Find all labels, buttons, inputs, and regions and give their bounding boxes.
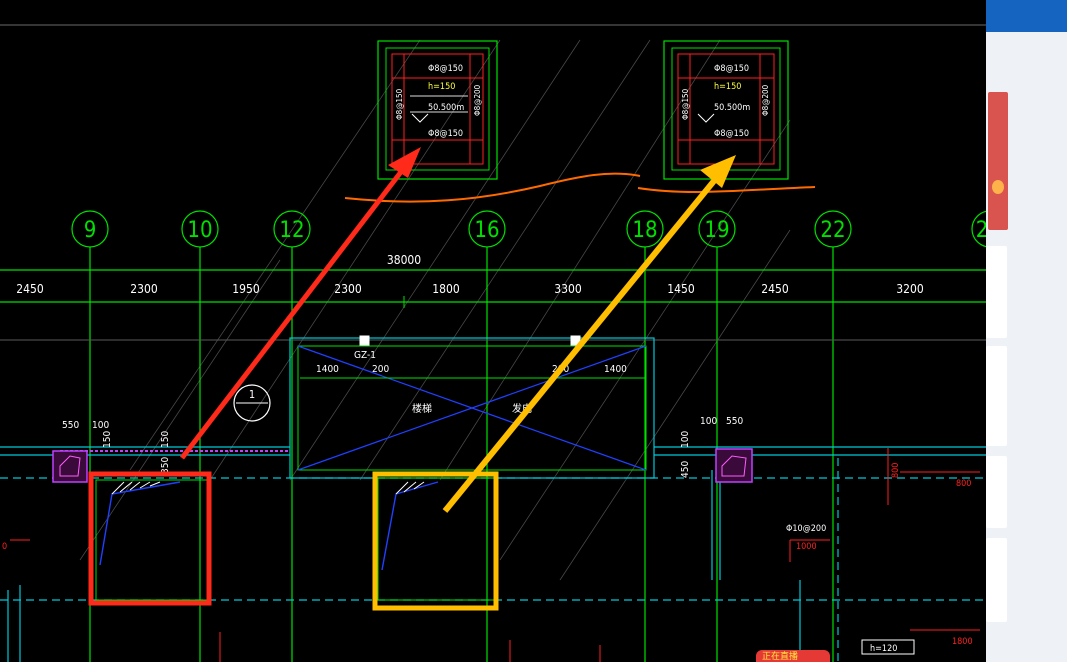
svg-text:h=120: h=120 (870, 644, 897, 654)
pit1-height: h=150 (428, 82, 455, 92)
svg-text:1000: 1000 (796, 542, 817, 552)
side-card[interactable] (986, 538, 1007, 622)
span-dimension: 2450 (761, 282, 789, 296)
plate-tag: h=120 (861, 639, 915, 655)
side-card[interactable] (986, 346, 1007, 446)
pit2-level: 50.500m (714, 103, 750, 113)
svg-text:150: 150 (102, 431, 113, 448)
axis-label: 10 (187, 218, 212, 243)
stair-core (289, 335, 655, 479)
axis-label: 9 (84, 218, 97, 243)
flame-icon (992, 180, 1004, 194)
columns (52, 448, 753, 483)
dim-label: 1400 (604, 364, 627, 375)
side-card[interactable] (986, 246, 1007, 338)
svg-text:100: 100 (92, 420, 109, 431)
svg-text:800: 800 (956, 479, 971, 489)
pit1-right-rebar: Φ8@200 (473, 84, 482, 116)
svg-text:100: 100 (680, 431, 691, 448)
axis-label: 18 (632, 218, 657, 243)
svg-text:350: 350 (160, 457, 171, 474)
background-hatch (79, 39, 791, 581)
pit1-bottom-rebar: Φ8@150 (428, 129, 463, 139)
total-dimension: 38000 (387, 253, 421, 267)
pit2-left-rebar: Φ8@150 (681, 88, 690, 120)
promo-thumbnail[interactable] (988, 92, 1008, 230)
span-dimension: 3200 (896, 282, 924, 296)
span-dimension: 2450 (16, 282, 44, 296)
svg-text:800: 800 (891, 463, 901, 478)
span-dimension: 3300 (554, 282, 582, 296)
svg-text:150: 150 (160, 431, 171, 448)
side-panel (986, 0, 1067, 662)
svg-text:1: 1 (249, 388, 255, 401)
cad-drawing-canvas[interactable]: Φ8@150 h=150 50.500m Φ8@150 Φ8@150 Φ8@20… (0, 0, 986, 662)
span-dimension: 1950 (232, 282, 260, 296)
core-labels: GZ-1 1400 200 200 1400 楼梯 发电 (316, 350, 627, 415)
bottom-marks (219, 632, 601, 662)
red-highlight-box (88, 471, 212, 606)
yellow-highlight-box (372, 471, 499, 611)
pit2-top-rebar: Φ8@150 (714, 64, 749, 74)
pit-detail-1: Φ8@150 h=150 50.500m Φ8@150 Φ8@150 Φ8@20… (377, 40, 498, 180)
dim-label: 200 (372, 364, 389, 375)
gz-label: GZ-1 (354, 350, 376, 361)
span-dimension: 2300 (130, 282, 158, 296)
live-badge[interactable]: 正在直播 (756, 650, 830, 662)
axis-label: 2 (976, 218, 986, 243)
dim-label: 1400 (316, 364, 339, 375)
cad-drawing: Φ8@150 h=150 50.500m Φ8@150 Φ8@150 Φ8@20… (0, 24, 986, 662)
dimension-row: 38000 2450 2300 1950 2300 1800 3300 1450… (16, 253, 924, 296)
span-dimension: 1450 (667, 282, 695, 296)
span-dimension: 1800 (432, 282, 460, 296)
axis-label: 19 (704, 218, 729, 243)
pit-plan-1 (95, 479, 209, 601)
pit1-level: 50.500m (428, 103, 464, 113)
walls (0, 446, 986, 662)
axis-label: 16 (474, 218, 499, 243)
axis-label: 22 (820, 218, 845, 243)
span-dimension: 2300 (334, 282, 362, 296)
svg-text:450: 450 (680, 461, 691, 478)
side-panel-header (986, 0, 1067, 32)
pit-plan-2 (377, 477, 495, 601)
stair-label: 楼梯 (412, 402, 432, 415)
axis-label: 12 (279, 218, 304, 243)
rebar-label: Φ10@200 (786, 524, 826, 534)
pit2-height: h=150 (714, 82, 741, 92)
svg-text:100: 100 (700, 416, 717, 427)
pit-detail-2: Φ8@150 h=150 50.500m Φ8@150 Φ8@150 Φ8@20… (663, 40, 789, 180)
pit2-right-rebar: Φ8@200 (761, 84, 770, 116)
pit2-bottom-rebar: Φ8@150 (714, 129, 749, 139)
svg-text:550: 550 (62, 420, 79, 431)
svg-text:1800: 1800 (952, 637, 973, 647)
side-card[interactable] (986, 456, 1007, 528)
yellow-arrow (442, 155, 736, 513)
svg-text:550: 550 (726, 416, 743, 427)
pit1-top-rebar: Φ8@150 (428, 64, 463, 74)
orange-annotation-line (344, 172, 816, 203)
svg-text:0: 0 (2, 542, 7, 552)
pit1-left-rebar: Φ8@150 (395, 88, 404, 120)
